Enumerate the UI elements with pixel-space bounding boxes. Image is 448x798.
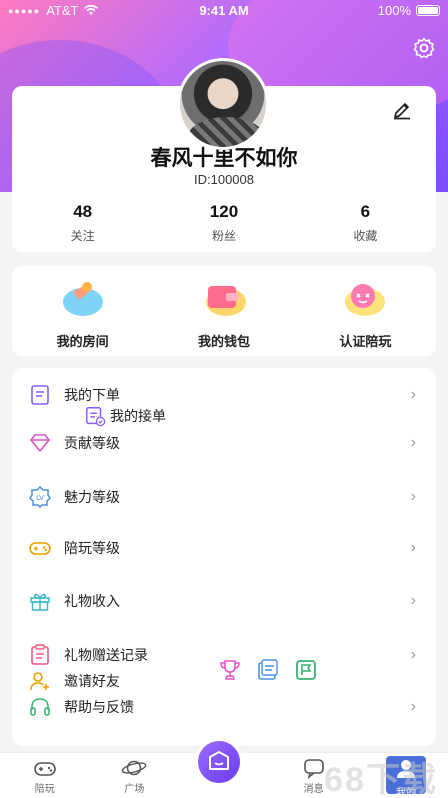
tab-label: 广场 (124, 784, 145, 795)
edit-icon[interactable] (392, 100, 412, 120)
menu-label: 邀请好友 (64, 673, 120, 689)
menu-item-companion-level[interactable]: 陪玩等级 › (12, 535, 436, 561)
stat-label: 粉丝 (211, 229, 236, 243)
planet-icon (122, 760, 147, 776)
my-wallet-button[interactable]: 我的钱包 (153, 266, 294, 356)
menu-item-my-orders[interactable]: 我的下单 › (12, 382, 436, 408)
stat-fans[interactable]: 120 粉丝 (153, 202, 294, 244)
menu-label: 魅力等级 (64, 489, 120, 505)
menu-item-my-accepted-orders[interactable]: 我的接单 (84, 405, 166, 427)
user-id: ID:100008 (194, 172, 254, 187)
chevron-right-icon: › (410, 488, 416, 505)
menu-label: 贡献等级 (64, 435, 120, 451)
certify-companion-button[interactable]: 认证陪玩 (295, 266, 436, 356)
wallet-icon (205, 286, 246, 316)
home-center-button[interactable] (195, 738, 243, 786)
menu-item-charm-level[interactable]: LV 魅力等级 › (12, 484, 436, 510)
tab-square[interactable]: 广场 (90, 753, 180, 798)
tab-companion[interactable]: 陪玩 (0, 753, 90, 798)
menu-label: 陪玩等级 (64, 540, 120, 556)
menu-item-contribution-level[interactable]: 贡献等级 › (12, 430, 436, 456)
menu-label: 礼物收入 (64, 593, 120, 609)
gift-icon (30, 593, 50, 611)
tab-label: 陪玩 (34, 784, 55, 795)
chevron-right-icon: › (410, 646, 416, 663)
notes-icon[interactable] (256, 658, 280, 682)
quick-label: 我的房间 (56, 334, 109, 349)
chevron-right-icon: › (410, 698, 416, 715)
gift-record-icon (31, 644, 49, 665)
level-badge-icon: LV (29, 485, 51, 509)
quick-label: 我的钱包 (197, 334, 250, 349)
quick-label: 认证陪玩 (339, 334, 392, 349)
avatar[interactable] (177, 58, 269, 150)
menu-list: 我的下单 › 我的接单 贡献等级 › LV 魅力等级 › 陪玩等级 › 礼物收入… (12, 368, 436, 746)
flag-card-icon[interactable] (294, 658, 318, 682)
headset-icon (30, 698, 50, 716)
menu-label: 帮助与反馈 (64, 699, 134, 715)
stat-following[interactable]: 48 关注 (12, 202, 153, 244)
diamond-icon (30, 434, 50, 452)
gamepad-tab-icon (33, 762, 56, 776)
svg-text:LV: LV (36, 494, 44, 502)
stat-label: 收藏 (353, 229, 378, 243)
chevron-right-icon: › (410, 434, 416, 451)
battery-percent: 100% (377, 3, 411, 18)
trophy-icon[interactable] (218, 658, 242, 682)
my-room-button[interactable]: 我的房间 (12, 266, 153, 356)
stat-value: 120 (209, 202, 239, 221)
stat-label: 关注 (70, 229, 95, 243)
accept-order-icon (86, 407, 106, 427)
chevron-right-icon: › (410, 592, 416, 609)
certify-icon (345, 284, 386, 316)
home-center-icon (209, 751, 229, 770)
status-bar: ●●●●● AT&T 9:41 AM 100% (0, 0, 448, 20)
invite-icon (30, 672, 49, 691)
room-icon (62, 282, 103, 316)
gamepad-icon (29, 542, 51, 555)
battery-icon (416, 5, 440, 16)
menu-label: 礼物赠送记录 (64, 647, 148, 663)
gear-icon[interactable] (412, 36, 436, 60)
chevron-right-icon: › (410, 386, 416, 403)
menu-label: 我的接单 (110, 408, 166, 424)
stat-value: 48 (73, 202, 93, 221)
watermark: 68下载 (324, 761, 438, 798)
message-icon (303, 759, 324, 779)
stat-value: 6 (360, 202, 371, 221)
menu-item-help-feedback[interactable]: 帮助与反馈 › (12, 694, 436, 720)
quick-actions: 我的房间 我的钱包 认证陪玩 (12, 266, 436, 356)
menu-label: 我的下单 (64, 387, 120, 403)
order-icon (31, 385, 49, 405)
menu-item-gift-income[interactable]: 礼物收入 › (12, 588, 436, 614)
stat-favorites[interactable]: 6 收藏 (295, 202, 436, 244)
chevron-right-icon: › (410, 539, 416, 556)
